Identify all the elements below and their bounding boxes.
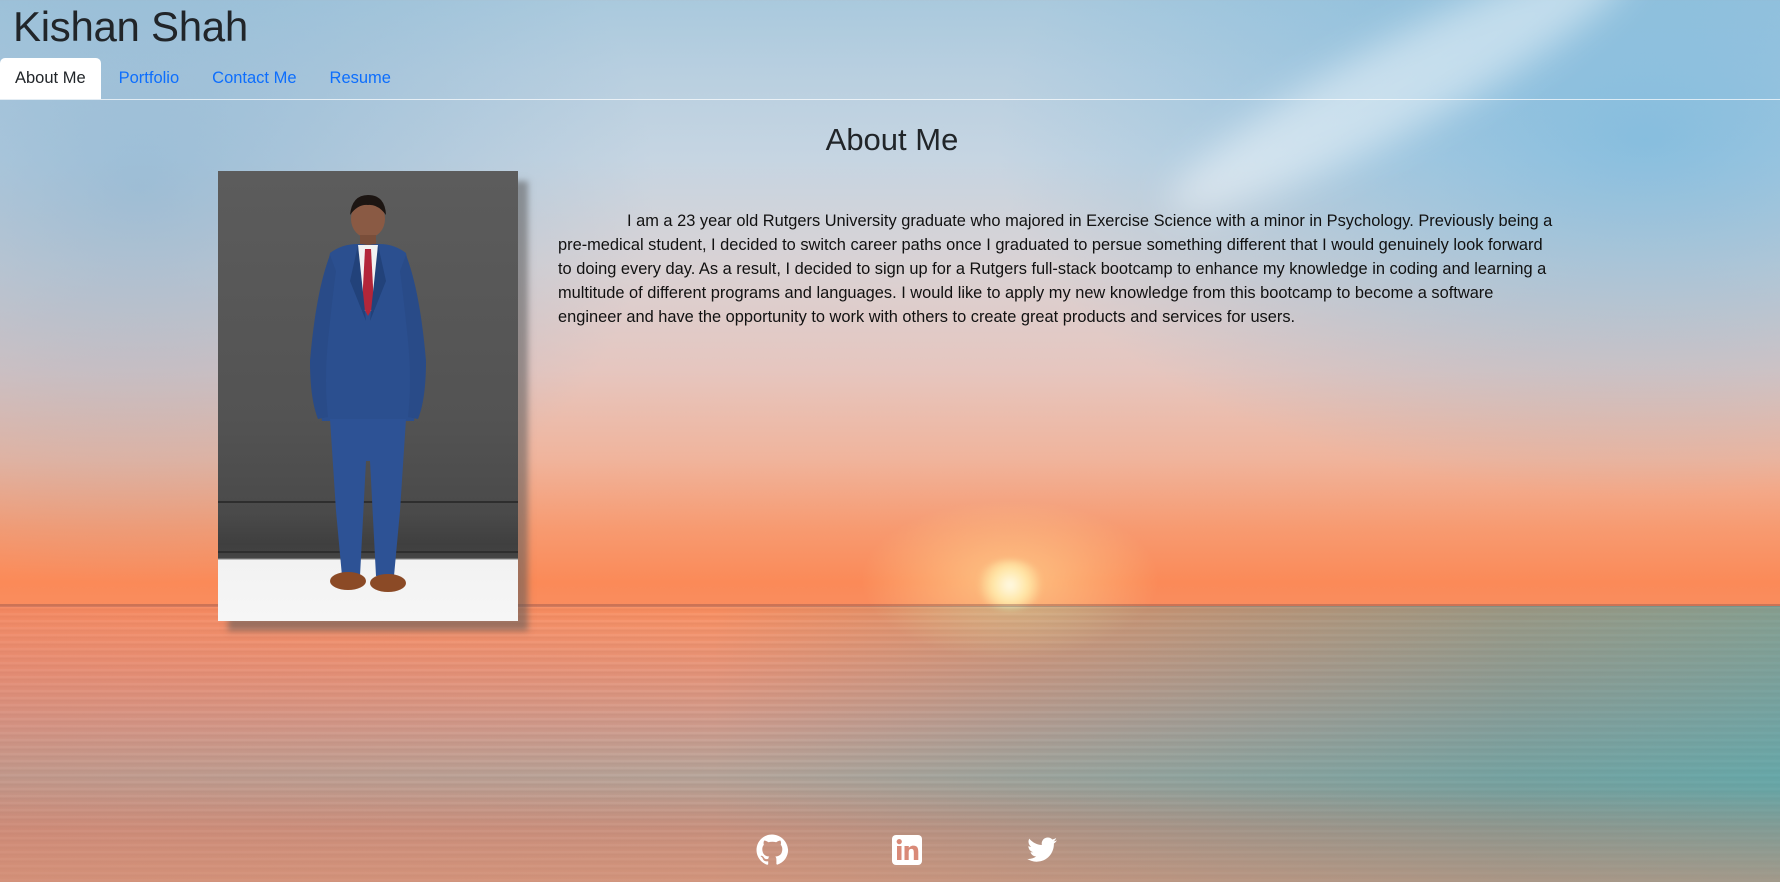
twitter-link[interactable] [1025, 833, 1059, 867]
tab-portfolio[interactable]: Portfolio [104, 58, 195, 99]
background-sun [975, 560, 1045, 610]
page-title: About Me [825, 122, 959, 157]
nav-tabs: About Me Portfolio Contact Me Resume [0, 58, 409, 99]
site-title: Kishan Shah [13, 3, 248, 50]
bio-text: I am a 23 year old Rutgers University gr… [558, 212, 1553, 326]
site-header: Kishan Shah About Me Portfolio Contact M… [0, 0, 1780, 100]
twitter-icon [1027, 837, 1057, 862]
social-links [0, 833, 1780, 869]
person-figure [310, 195, 426, 592]
github-icon [756, 834, 789, 865]
tab-about-me[interactable]: About Me [0, 58, 101, 99]
background-sun-glow [860, 500, 1160, 660]
tab-resume[interactable]: Resume [315, 58, 406, 99]
github-link[interactable] [755, 833, 789, 867]
linkedin-icon [892, 835, 922, 865]
tab-contact-me[interactable]: Contact Me [197, 58, 311, 99]
profile-photo [218, 171, 518, 621]
linkedin-link[interactable] [890, 833, 924, 867]
